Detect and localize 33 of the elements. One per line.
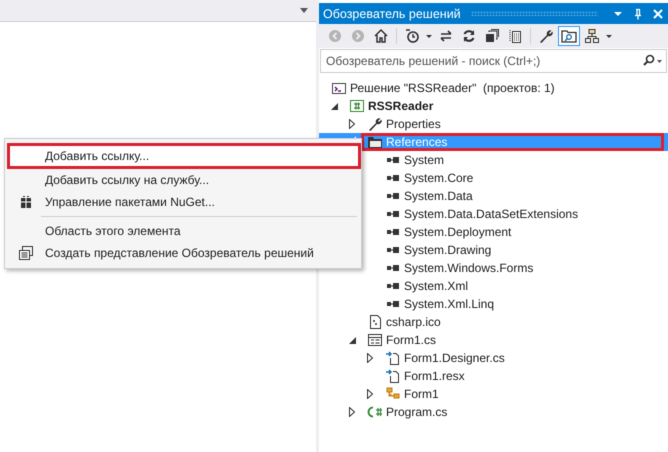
tree-item-label: System.Drawing bbox=[404, 243, 492, 257]
tree-item-label: System.Core bbox=[404, 171, 474, 185]
tree-item[interactable]: Form1.resx bbox=[319, 367, 668, 385]
tree-item-label: Properties bbox=[386, 117, 441, 131]
tree-item-label: System.Xml bbox=[404, 279, 468, 293]
tree-item-label: Form1.Designer.cs bbox=[404, 351, 505, 365]
tree-item-label: Решение "RSSReader" (проектов: 1) bbox=[350, 81, 555, 95]
tree-item-label: Program.cs bbox=[386, 405, 448, 419]
tree-item[interactable]: Properties bbox=[319, 115, 668, 133]
tree-item[interactable]: Решение "RSSReader" (проектов: 1) bbox=[319, 79, 668, 97]
tree-item[interactable]: Form1 bbox=[319, 385, 668, 403]
menu-item[interactable]: Добавить ссылку... bbox=[7, 143, 361, 169]
panel-title: Обозреватель решений bbox=[323, 6, 461, 20]
tree-item-label: System.Data bbox=[404, 189, 473, 203]
tree-item-label: Form1.resx bbox=[404, 369, 465, 383]
tree-item[interactable]: System.Xml bbox=[319, 277, 668, 295]
search-field[interactable]: Обозреватель решений - поиск (Ctrl+;) bbox=[320, 49, 667, 73]
tree-item-label: References bbox=[386, 135, 448, 149]
tree-item[interactable]: csharp.ico bbox=[319, 313, 668, 331]
tree-item-label: Form1 bbox=[404, 387, 439, 401]
tree-item-label: RSSReader bbox=[368, 99, 434, 113]
tree-item-label: csharp.ico bbox=[386, 315, 441, 329]
tree-item[interactable]: System.Xml.Linq bbox=[319, 295, 668, 313]
tree-item-label: System.Windows.Forms bbox=[404, 261, 534, 275]
tree-item-label: System.Data.DataSetExtensions bbox=[404, 207, 578, 221]
tree-item[interactable]: Program.cs bbox=[319, 403, 668, 421]
tree-item-label: System bbox=[404, 153, 444, 167]
tree-item-label: Form1.cs bbox=[386, 333, 436, 347]
tree-item[interactable]: Form1.cs bbox=[319, 331, 668, 349]
tree-item-label: System.Xml.Linq bbox=[404, 297, 494, 311]
tree-item[interactable]: Form1.Designer.cs bbox=[319, 349, 668, 367]
tree-item-label: System.Deployment bbox=[404, 225, 512, 239]
tree-item[interactable]: RSSReader bbox=[319, 97, 668, 115]
